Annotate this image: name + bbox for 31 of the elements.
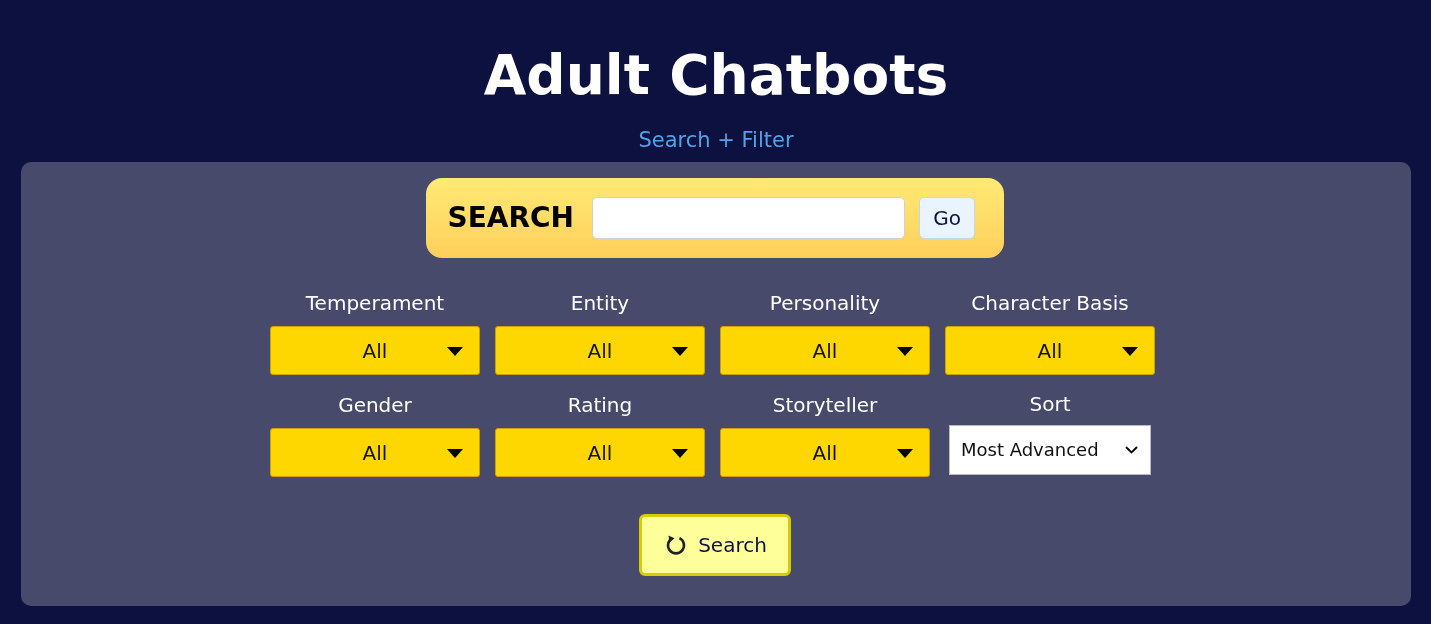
caret-icon <box>897 449 913 458</box>
filter-label: Temperament <box>305 291 445 315</box>
dropdown[interactable]: All <box>270 428 480 477</box>
caret-icon <box>447 347 463 356</box>
dropdown[interactable]: All <box>270 326 480 375</box>
caret-icon <box>897 347 913 356</box>
caret-icon <box>447 449 463 458</box>
caret-icon <box>1122 347 1138 356</box>
dropdown[interactable]: All <box>720 428 930 477</box>
page-title: Adult Chatbots <box>483 42 949 109</box>
search-button[interactable]: Search <box>639 514 791 576</box>
filter-label: Storyteller <box>772 393 878 417</box>
dropdown[interactable]: All <box>945 326 1155 375</box>
go-button[interactable]: Go <box>919 197 975 239</box>
filter-label: Sort <box>1029 392 1071 416</box>
caret-icon <box>672 449 688 458</box>
dropdown[interactable]: All <box>495 428 705 477</box>
refresh-icon <box>665 534 688 556</box>
dropdown[interactable]: All <box>720 326 930 375</box>
dropdown[interactable]: All <box>495 326 705 375</box>
filter-label: Rating <box>567 393 633 417</box>
sort-select[interactable]: Most Advanced <box>949 425 1151 475</box>
search-label: SEARCH <box>447 201 574 235</box>
filter-label: Gender <box>338 393 412 417</box>
search-field[interactable] <box>592 197 905 239</box>
filter-label: Personality <box>769 291 881 315</box>
page-subtitle: Search + Filter <box>638 127 794 153</box>
chevron-down-icon <box>1125 446 1138 454</box>
filter-label: Character Basis <box>971 291 1129 315</box>
filter-label: Entity <box>570 291 630 315</box>
caret-icon <box>672 347 688 356</box>
